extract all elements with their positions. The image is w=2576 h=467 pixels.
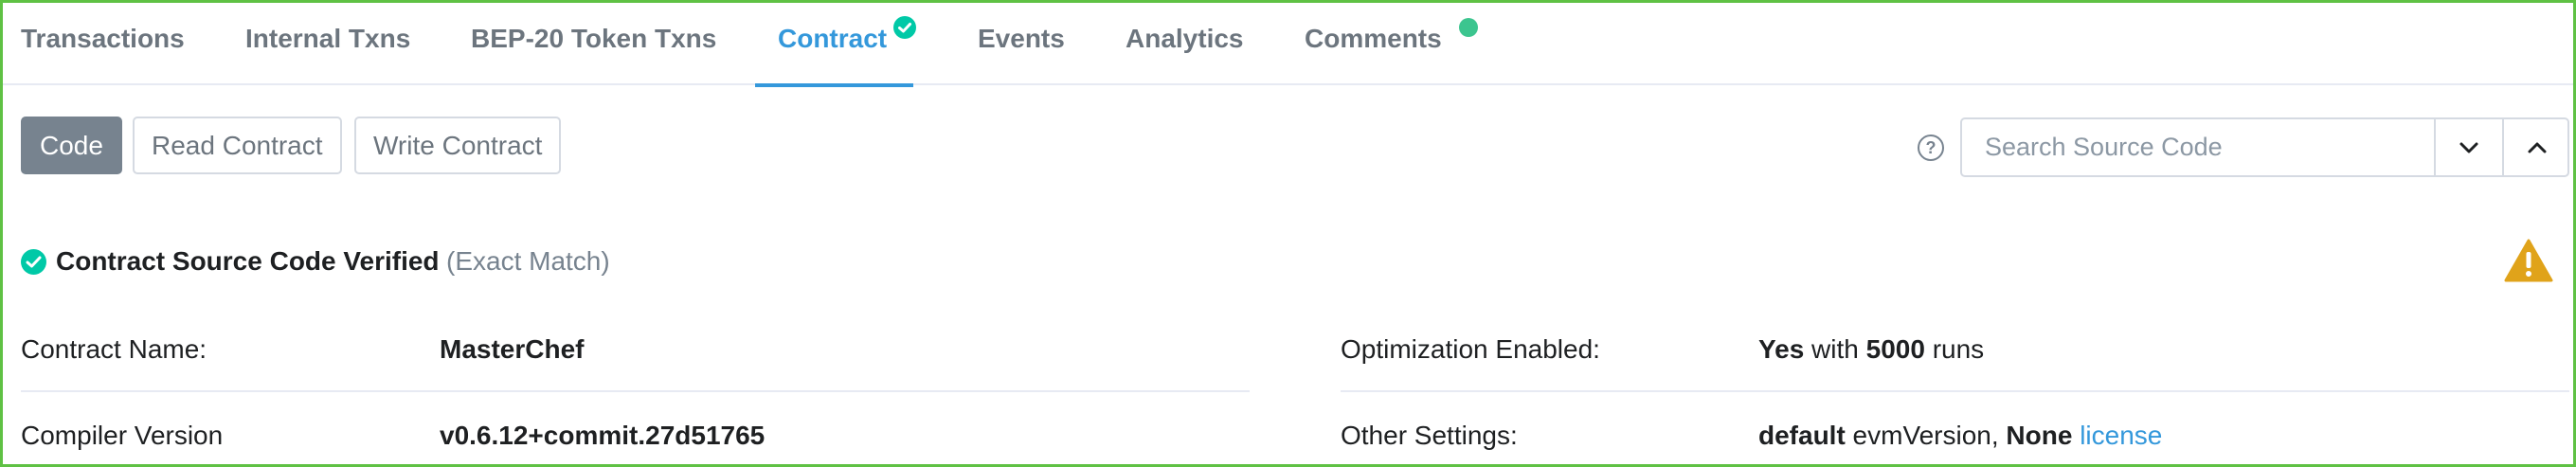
write-contract-button[interactable]: Write Contract xyxy=(354,117,562,174)
search-source-code-input[interactable] xyxy=(1962,119,2436,175)
page-frame: Transactions Internal Txns BEP-20 Token … xyxy=(0,0,2576,467)
license-link[interactable]: license xyxy=(2080,421,2162,450)
verified-check-circle-icon xyxy=(21,249,46,275)
tab-events[interactable]: Events xyxy=(978,3,1065,85)
tab-analytics[interactable]: Analytics xyxy=(1126,3,1244,85)
row-divider-left xyxy=(21,390,1250,392)
source-code-search xyxy=(1960,117,2569,177)
search-next-button[interactable] xyxy=(2436,119,2502,175)
optimization-yes: Yes xyxy=(1758,334,1805,364)
other-settings-none: None xyxy=(2006,421,2073,450)
other-settings-evm: evmVersion, xyxy=(1845,421,2007,450)
tab-internal-txns[interactable]: Internal Txns xyxy=(245,3,410,85)
tab-bep20-token-txns[interactable]: BEP-20 Token Txns xyxy=(471,3,716,85)
other-settings-label: Other Settings: xyxy=(1341,421,1518,450)
chevron-up-icon xyxy=(2528,142,2547,153)
compiler-version-value: v0.6.12+commit.27d51765 xyxy=(440,421,766,450)
contract-name-label: Contract Name: xyxy=(21,334,207,364)
optimization-enabled-value: Yes with 5000 runs xyxy=(1758,334,1984,365)
contract-name-value: MasterChef xyxy=(440,334,585,364)
verified-title: Contract Source Code Verified xyxy=(56,246,440,276)
optimization-runs-suffix: runs xyxy=(1924,334,1985,364)
row-divider-right xyxy=(1341,390,2569,392)
tab-contract-label: Contract xyxy=(778,24,888,53)
compiler-version-label: Compiler Version xyxy=(21,421,224,450)
tab-comments[interactable]: Comments xyxy=(1305,3,1442,85)
search-prev-button[interactable] xyxy=(2504,119,2570,175)
contract-tabs: Transactions Internal Txns BEP-20 Token … xyxy=(3,3,2573,87)
tab-contract[interactable]: Contract xyxy=(754,3,914,87)
other-settings-default: default xyxy=(1758,421,1846,450)
warning-icon[interactable] xyxy=(2504,239,2553,282)
comments-status-dot xyxy=(1459,18,1478,37)
code-button[interactable]: Code xyxy=(21,117,122,174)
help-question-icon[interactable]: ? xyxy=(1918,135,1944,161)
verified-match-label: (Exact Match) xyxy=(446,246,610,276)
tab-transactions[interactable]: Transactions xyxy=(21,3,185,85)
chevron-down-icon xyxy=(2459,142,2478,153)
optimization-with: with xyxy=(1804,334,1866,364)
verified-check-icon xyxy=(893,16,916,39)
optimization-runs-count: 5000 xyxy=(1865,334,1925,364)
other-settings-value: default evmVersion, None license xyxy=(1758,421,2162,451)
optimization-enabled-label: Optimization Enabled: xyxy=(1341,334,1600,364)
read-contract-button[interactable]: Read Contract xyxy=(133,117,342,174)
